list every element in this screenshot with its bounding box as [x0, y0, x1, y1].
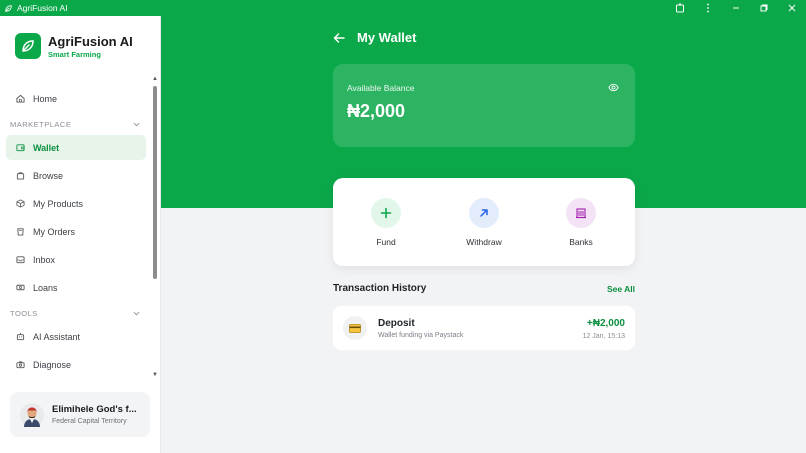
transaction-amount: +₦2,000	[586, 318, 625, 329]
profile-location: Federal Capital Territory	[52, 418, 127, 425]
camera-icon	[16, 361, 25, 369]
sidebar-item-diagnose[interactable]: Diagnose	[6, 352, 146, 376]
page-title: My Wallet	[357, 30, 417, 45]
sidebar-item-my-products[interactable]: My Products	[6, 191, 146, 216]
scroll-down-icon[interactable]: ▼	[152, 372, 158, 378]
sidebar-item-loans[interactable]: Loans	[6, 275, 146, 300]
avatar	[20, 402, 44, 427]
arrow-up-right-icon	[480, 209, 488, 217]
section-tools[interactable]: TOOLS	[10, 307, 140, 319]
card-icon	[349, 323, 361, 333]
balance-amount: ₦2,000	[347, 101, 406, 121]
fund-button[interactable]: Fund	[351, 198, 421, 247]
eye-icon[interactable]	[608, 82, 619, 93]
transaction-history-title: Transaction History	[333, 283, 427, 294]
sidebar-item-label: Loans	[33, 282, 58, 293]
balance-card: Available Balance ₦2,000	[333, 64, 635, 147]
sidebar-item-wallet[interactable]: Wallet	[6, 135, 146, 160]
title-bar: AgriFusion AI	[0, 0, 806, 16]
sidebar-item-home[interactable]: Home	[6, 86, 146, 111]
transaction-row[interactable]: Deposit Wallet funding via Paystack +₦2,…	[333, 306, 635, 350]
transaction-date: 12 Jan, 15:13	[582, 333, 625, 340]
chevron-down-icon	[133, 311, 140, 315]
brand[interactable]: AgriFusion AI Smart Farming	[15, 33, 133, 59]
window-title: AgriFusion AI	[17, 3, 68, 13]
sidebar-item-browse[interactable]: Browse	[6, 163, 146, 188]
withdraw-icon-circle	[469, 198, 499, 228]
page-header: My Wallet	[333, 30, 416, 45]
bot-icon	[16, 332, 25, 341]
sidebar-item-label: My Orders	[33, 226, 76, 237]
inbox-icon	[16, 256, 25, 264]
home-icon	[16, 94, 25, 103]
banks-label: Banks	[569, 237, 593, 247]
brand-name: AgriFusion AI	[48, 33, 133, 49]
app-title: AgriFusion AI	[0, 3, 68, 13]
sidebar-item-label: My Products	[33, 198, 84, 209]
money-icon	[16, 284, 25, 291]
sidebar-scrollbar[interactable]: ▲ ▼	[152, 76, 158, 378]
profile-name: Elimihele God's f...	[52, 404, 137, 415]
sidebar-nav: Home MARKETPLACE Wallet Browse My Produc…	[0, 86, 152, 376]
back-arrow-icon[interactable]	[333, 32, 345, 44]
section-label: MARKETPLACE	[10, 119, 72, 129]
more-button[interactable]	[694, 0, 722, 16]
plus-icon	[380, 207, 392, 219]
banks-icon-circle	[566, 198, 596, 228]
transaction-description: Wallet funding via Paystack	[378, 332, 464, 339]
deposit-icon-circle	[343, 316, 367, 340]
orders-icon	[17, 228, 24, 236]
sidebar-item-inbox[interactable]: Inbox	[6, 247, 146, 272]
sidebar-item-label: AI Assistant	[33, 331, 81, 342]
more-icon	[707, 3, 709, 13]
sidebar-item-label: Diagnose	[33, 359, 72, 370]
leaf-icon	[22, 40, 34, 52]
close-icon	[788, 4, 796, 12]
withdraw-button[interactable]: Withdraw	[449, 198, 519, 247]
fund-icon-circle	[371, 198, 401, 228]
see-all-link[interactable]: See All	[607, 284, 635, 294]
chevron-down-icon	[133, 122, 140, 126]
minimize-icon	[733, 7, 739, 9]
fund-label: Fund	[376, 237, 396, 247]
wallet-actions-card: Fund Withdraw Banks	[333, 178, 635, 266]
sidebar-item-my-orders[interactable]: My Orders	[6, 219, 146, 244]
wallet-icon	[16, 144, 25, 152]
user-profile-card[interactable]: Elimihele God's f... Federal Capital Ter…	[10, 392, 150, 437]
transaction-history-header: Transaction History See All	[333, 283, 635, 294]
bank-icon	[576, 208, 586, 219]
section-label: TOOLS	[10, 308, 38, 318]
restore-button[interactable]	[750, 0, 778, 16]
sidebar-item-ai-assistant[interactable]: AI Assistant	[6, 324, 146, 349]
sidebar: AgriFusion AI Smart Farming Home MARKETP…	[0, 16, 161, 453]
transaction-name: Deposit	[378, 318, 415, 329]
logo	[15, 33, 41, 59]
extensions-button[interactable]	[666, 0, 694, 16]
section-marketplace[interactable]: MARKETPLACE	[10, 118, 140, 130]
scrollbar-thumb[interactable]	[153, 86, 157, 279]
sidebar-item-label: Inbox	[33, 254, 56, 265]
sidebar-item-label: Wallet	[33, 142, 60, 153]
brand-tagline: Smart Farming	[48, 49, 101, 59]
sidebar-item-label: Browse	[33, 170, 64, 181]
bag-icon	[16, 172, 25, 180]
extensions-icon	[676, 3, 684, 13]
balance-label: Available Balance	[347, 83, 415, 93]
banks-button[interactable]: Banks	[546, 198, 616, 247]
box-icon	[16, 199, 25, 208]
withdraw-label: Withdraw	[466, 237, 502, 247]
restore-icon	[760, 4, 768, 12]
minimize-button[interactable]	[722, 0, 750, 16]
close-button[interactable]	[778, 0, 806, 16]
scroll-up-icon[interactable]: ▲	[152, 76, 158, 82]
sidebar-item-label: Home	[33, 93, 58, 104]
leaf-icon	[5, 4, 12, 12]
